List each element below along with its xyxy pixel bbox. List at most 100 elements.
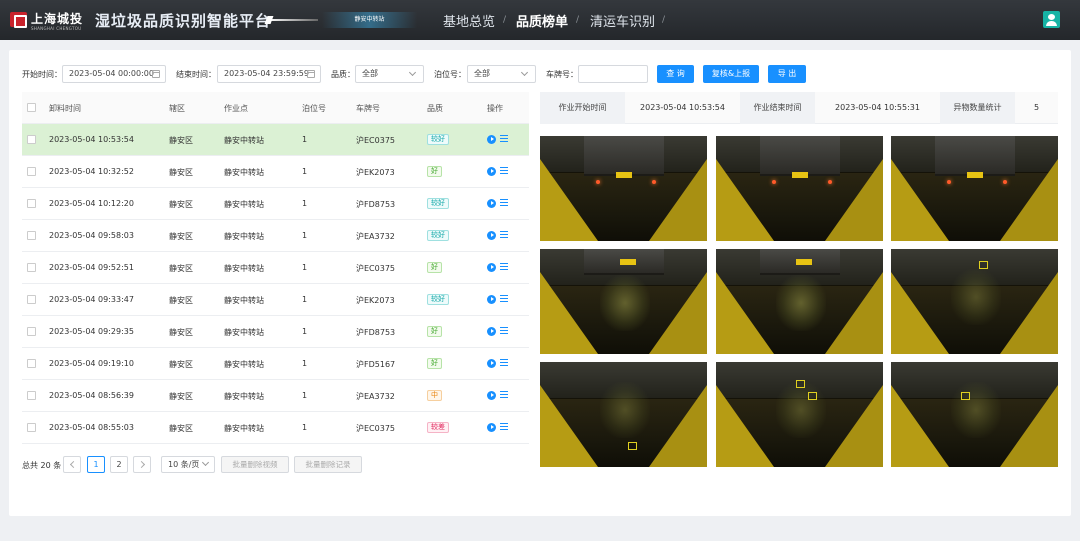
cell-time: 2023-05-04 09:58:03: [49, 231, 134, 240]
page-size-select[interactable]: 10 条/页: [161, 456, 215, 473]
play-video-icon[interactable]: [487, 263, 496, 272]
nav-separator: /: [662, 15, 666, 25]
job-end-value: 2023-05-04 10:55:31: [835, 103, 920, 112]
berth-select[interactable]: 全部: [467, 65, 536, 83]
camera-snapshot[interactable]: [891, 136, 1058, 241]
camera-snapshot[interactable]: [540, 136, 707, 241]
table-header: 卸料时间 辖区 作业点 泊位号 车牌号 品质 操作: [22, 92, 529, 124]
row-checkbox[interactable]: [27, 263, 36, 272]
cell-berth: 1: [302, 167, 308, 176]
cell-plate: 沪EK2073: [356, 168, 395, 177]
detail-list-icon[interactable]: [500, 327, 508, 335]
end-time-input[interactable]: 2023-05-04 23:59:59: [217, 65, 321, 83]
row-checkbox[interactable]: [27, 135, 36, 144]
detail-list-icon[interactable]: [500, 263, 508, 271]
row-checkbox[interactable]: [27, 391, 36, 400]
table-row[interactable]: 2023-05-04 09:58:03 静安区 静安中转站 1 沪EA3732 较好: [22, 220, 529, 252]
play-video-icon[interactable]: [487, 135, 496, 144]
detail-list-icon[interactable]: [500, 135, 508, 143]
row-checkbox[interactable]: [27, 327, 36, 336]
table-row[interactable]: 2023-05-04 09:19:10 静安区 静安中转站 1 沪FD5167 好: [22, 348, 529, 380]
table-row[interactable]: 2023-05-04 10:53:54 静安区 静安中转站 1 沪EC0375 较好: [22, 124, 529, 156]
table-row[interactable]: 2023-05-04 09:33:47 静安区 静安中转站 1 沪EK2073 较好: [22, 284, 529, 316]
start-time-value: 2023-05-04 00:00:00: [69, 69, 154, 78]
page-size-value: 10 条/页: [168, 460, 200, 469]
table-row[interactable]: 2023-05-04 08:55:03 静安区 静安中转站 1 沪EC0375 较差: [22, 412, 529, 444]
export-button[interactable]: 导 出: [768, 65, 806, 83]
query-button[interactable]: 查 询: [657, 65, 694, 83]
row-checkbox[interactable]: [27, 199, 36, 208]
camera-snapshot[interactable]: [540, 362, 707, 467]
play-video-icon[interactable]: [487, 231, 496, 240]
table-row[interactable]: 2023-05-04 10:32:52 静安区 静安中转站 1 沪EK2073 好: [22, 156, 529, 188]
cell-site: 静安中转站: [224, 168, 264, 177]
batch-delete-record-button[interactable]: 批量删除记录: [294, 456, 362, 473]
quality-select[interactable]: 全部: [355, 65, 424, 83]
user-avatar-icon[interactable]: [1043, 11, 1060, 28]
table-row[interactable]: 2023-05-04 08:56:39 静安区 静安中转站 1 沪EA3732 中: [22, 380, 529, 412]
table-row[interactable]: 2023-05-04 09:29:35 静安区 静安中转站 1 沪FD8753 好: [22, 316, 529, 348]
foreign-count-key: 异物数量统计: [940, 92, 1015, 124]
plate-input[interactable]: [578, 65, 648, 83]
detail-list-icon[interactable]: [500, 295, 508, 303]
cell-time: 2023-05-04 09:52:51: [49, 263, 134, 272]
camera-snapshot[interactable]: [891, 362, 1058, 467]
camera-snapshot[interactable]: [716, 362, 883, 467]
camera-snapshot[interactable]: [540, 249, 707, 354]
play-video-icon[interactable]: [487, 359, 496, 368]
review-report-button[interactable]: 复核&上报: [703, 65, 759, 83]
row-checkbox[interactable]: [27, 359, 36, 368]
cell-plate: 沪EC0375: [356, 424, 395, 433]
detail-list-icon[interactable]: [500, 391, 508, 399]
prev-page-icon[interactable]: [63, 456, 81, 473]
play-video-icon[interactable]: [487, 423, 496, 432]
detail-list-icon[interactable]: [500, 359, 508, 367]
cell-plate: 沪EA3732: [356, 232, 395, 241]
next-page-icon[interactable]: [133, 456, 151, 473]
play-video-icon[interactable]: [487, 167, 496, 176]
detail-list-icon[interactable]: [500, 423, 508, 431]
cell-plate: 沪EK2073: [356, 296, 395, 305]
play-video-icon[interactable]: [487, 391, 496, 400]
col-district: 辖区: [169, 104, 185, 113]
row-checkbox[interactable]: [27, 167, 36, 176]
title-decoration: [268, 19, 318, 21]
play-video-icon[interactable]: [487, 295, 496, 304]
quality-tag: 好: [427, 166, 442, 177]
batch-delete-video-button[interactable]: 批量删除视频: [221, 456, 289, 473]
detail-list-icon[interactable]: [500, 231, 508, 239]
table-row[interactable]: 2023-05-04 09:52:51 静安区 静安中转站 1 沪EC0375 好: [22, 252, 529, 284]
cell-berth: 1: [302, 423, 308, 432]
quality-tag: 好: [427, 326, 442, 337]
end-time-label: 结束时间：: [176, 70, 216, 79]
detail-list-icon[interactable]: [500, 167, 508, 175]
table-row[interactable]: 2023-05-04 10:12:20 静安区 静安中转站 1 沪FD8753 较好: [22, 188, 529, 220]
cell-site: 静安中转站: [224, 392, 264, 401]
play-video-icon[interactable]: [487, 327, 496, 336]
nav-item-truck-recognition[interactable]: 清运车识别: [590, 11, 655, 30]
cell-time: 2023-05-04 09:19:10: [49, 359, 134, 368]
camera-snapshot[interactable]: [716, 249, 883, 354]
plate-label: 车牌号：: [546, 70, 578, 79]
start-time-input[interactable]: 2023-05-04 00:00:00: [62, 65, 166, 83]
camera-snapshot[interactable]: [891, 249, 1058, 354]
select-all-checkbox[interactable]: [27, 103, 36, 112]
detail-list-icon[interactable]: [500, 199, 508, 207]
cell-site: 静安中转站: [224, 424, 264, 433]
job-start-key: 作业开始时间: [540, 92, 625, 124]
row-checkbox[interactable]: [27, 231, 36, 240]
cell-site: 静安中转站: [224, 264, 264, 273]
cell-plate: 沪EC0375: [356, 264, 395, 273]
camera-snapshot[interactable]: [716, 136, 883, 241]
cell-site: 静安中转站: [224, 328, 264, 337]
row-checkbox[interactable]: [27, 423, 36, 432]
nav-item-overview[interactable]: 基地总览: [443, 11, 495, 30]
cell-plate: 沪FD8753: [356, 328, 396, 337]
quality-tag: 好: [427, 358, 442, 369]
page-1-button[interactable]: 1: [87, 456, 105, 473]
page-2-button[interactable]: 2: [110, 456, 128, 473]
row-checkbox[interactable]: [27, 295, 36, 304]
nav-item-ranking[interactable]: 品质榜单: [516, 11, 568, 30]
app-title: 湿垃圾品质识别智能平台: [95, 12, 272, 30]
play-video-icon[interactable]: [487, 199, 496, 208]
